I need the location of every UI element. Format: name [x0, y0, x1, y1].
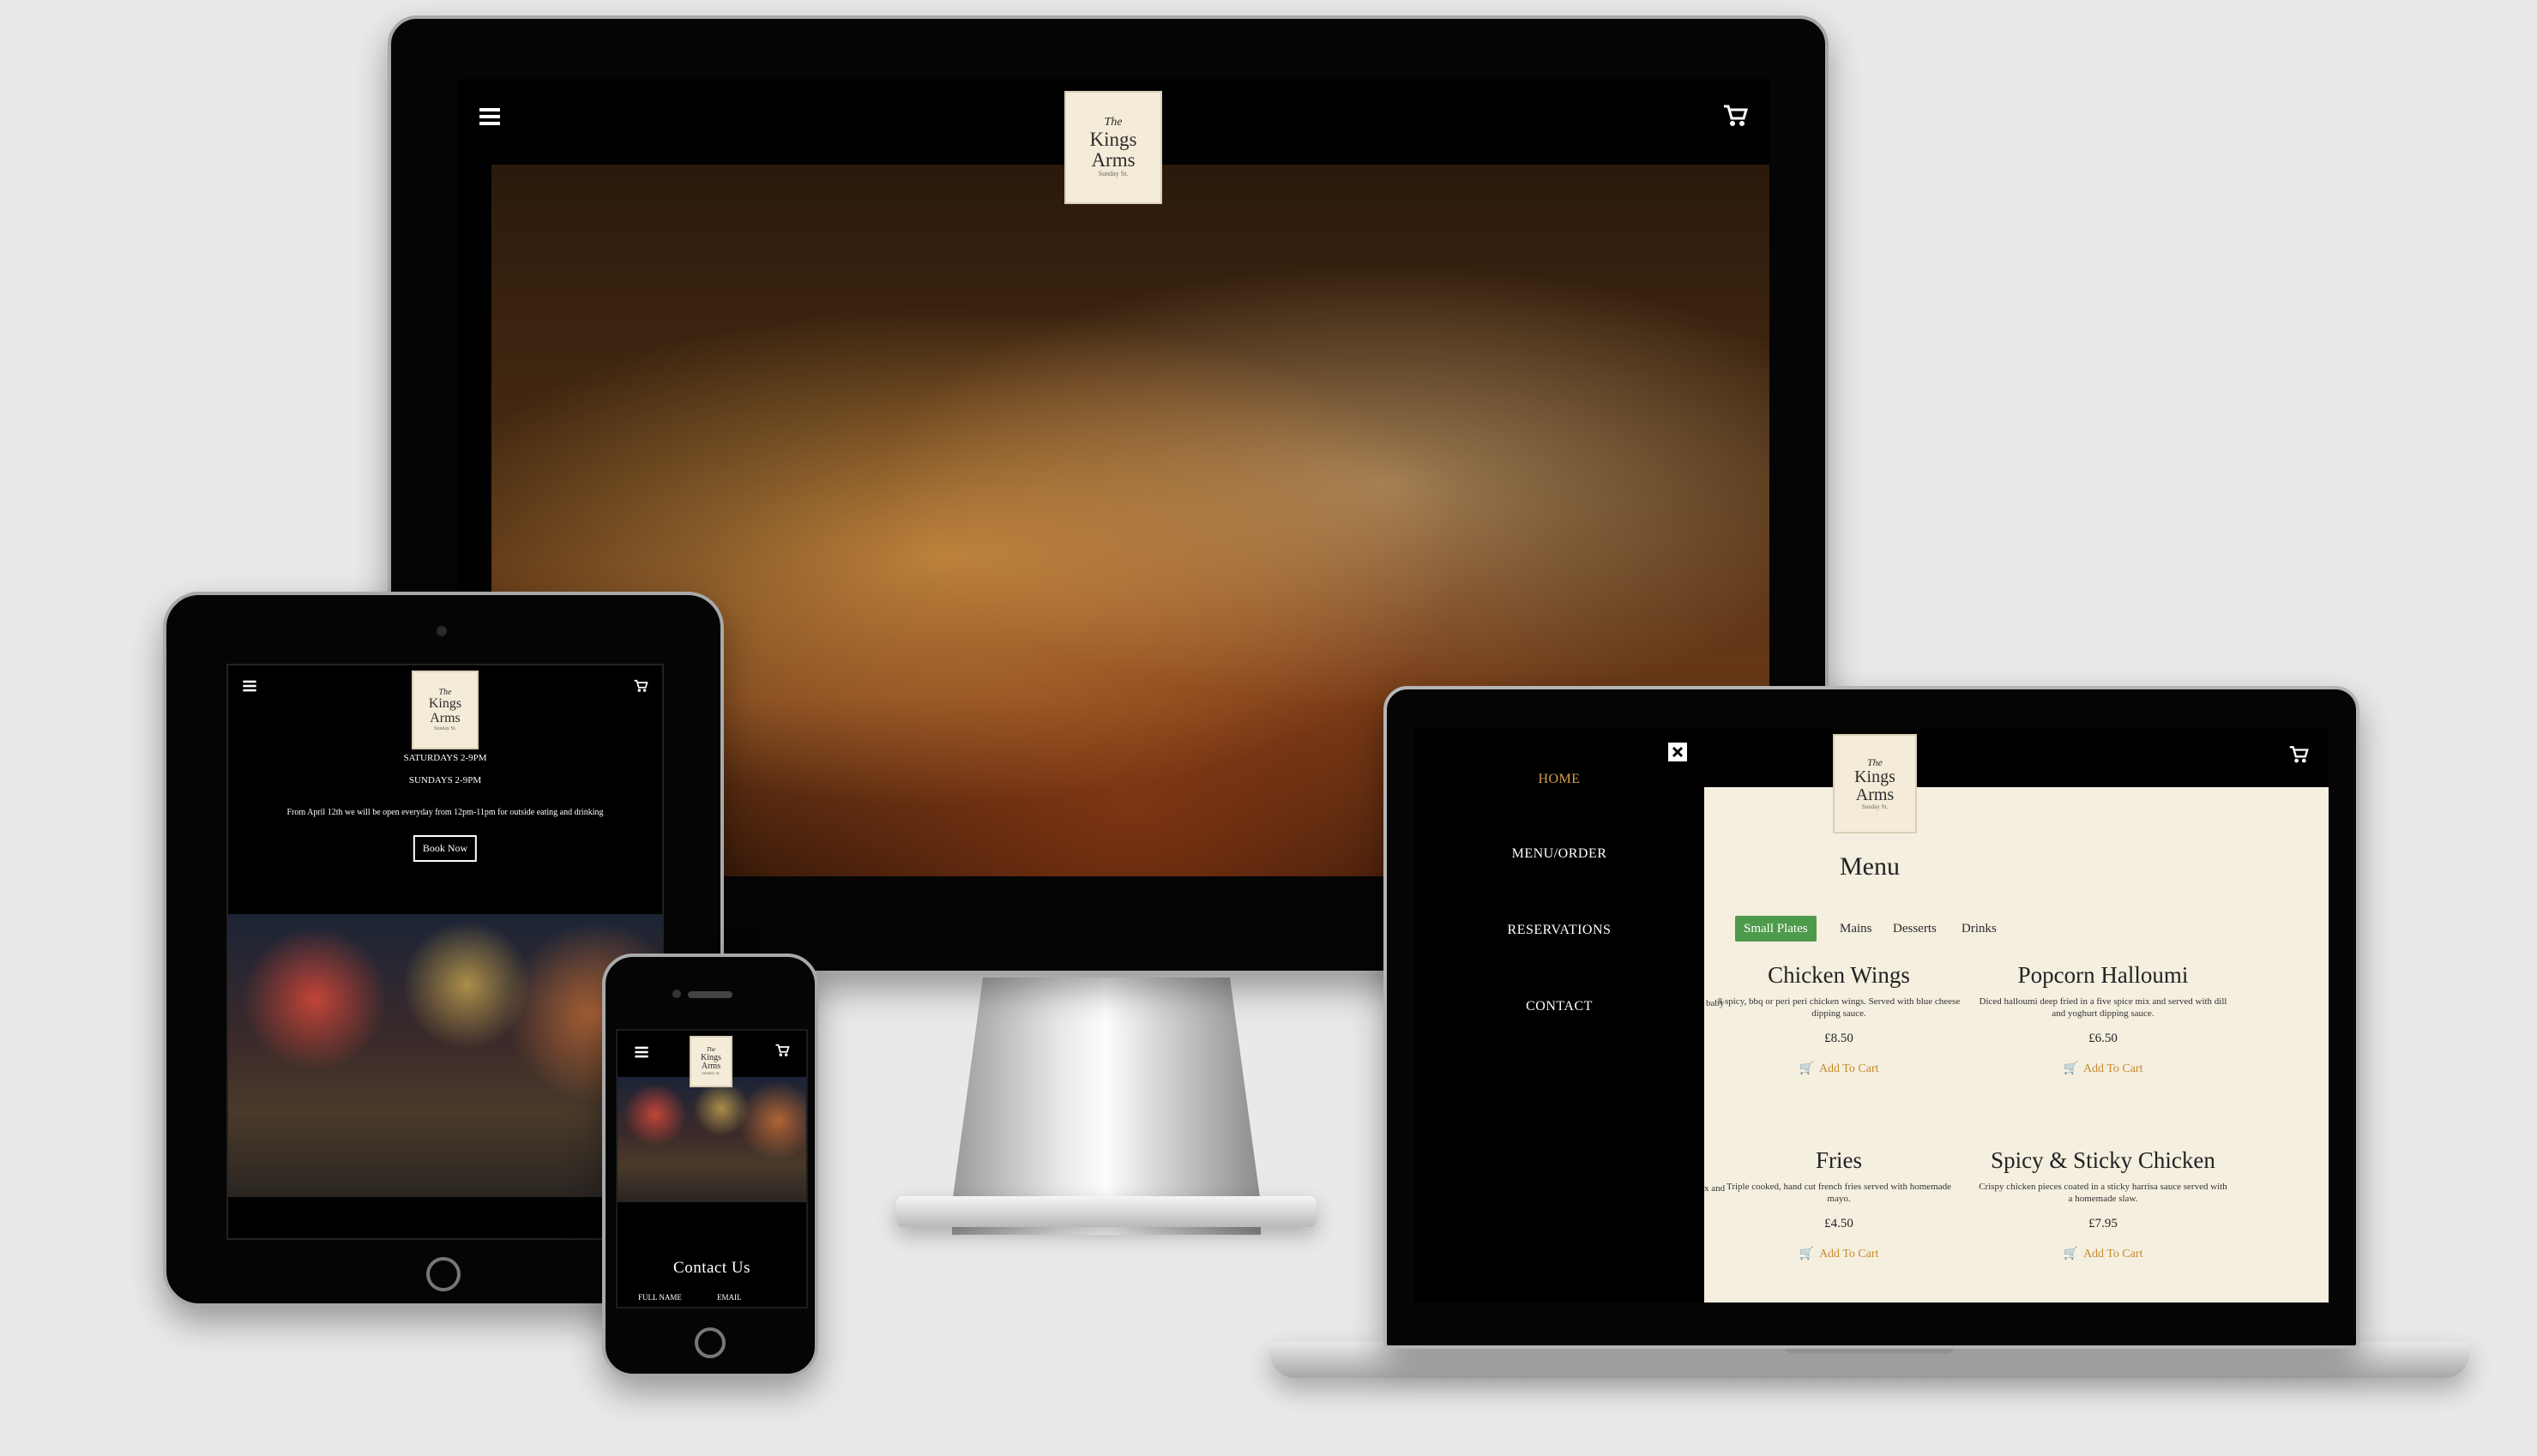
- add-to-cart-button[interactable]: 🛒 Add To Cart: [1714, 1247, 1963, 1261]
- add-to-cart-button[interactable]: 🛒 Add To Cart: [1714, 1062, 1963, 1076]
- phone: The Kings Arms Sunday St. Contact Us FUL…: [602, 954, 818, 1377]
- logo-arms: Arms: [1855, 785, 1895, 804]
- hamburger-icon[interactable]: [240, 677, 259, 695]
- logo-kings: Kings: [428, 696, 462, 712]
- tablet-camera: [437, 626, 447, 636]
- book-now-button[interactable]: Book Now: [413, 835, 478, 862]
- add-to-cart-label: Add To Cart: [1818, 1248, 1879, 1260]
- phone-screen: The Kings Arms Sunday St. Contact Us FUL…: [616, 1029, 808, 1309]
- logo-subtitle: Sunday St.: [433, 725, 456, 731]
- menu-item-price: £6.50: [2088, 1032, 2118, 1045]
- nav-contact[interactable]: CONTACT: [1414, 999, 1704, 1014]
- menu-item-description: Crispy chicken pieces coated in a sticky…: [1979, 1182, 2227, 1204]
- tab-desserts[interactable]: Desserts: [1884, 916, 1945, 942]
- menu-panel: Menu Small Plates Mains Desserts Drinks …: [1704, 787, 2329, 1303]
- laptop: HOME MENU/ORDER RESERVATIONS CONTACT Men…: [1383, 686, 2359, 1349]
- nav-reservations[interactable]: RESERVATIONS: [1414, 923, 1704, 938]
- cart-icon[interactable]: [774, 1043, 791, 1058]
- laptop-screen: HOME MENU/ORDER RESERVATIONS CONTACT Men…: [1414, 729, 2329, 1303]
- phone-speaker: [688, 991, 732, 998]
- phone-camera: [672, 990, 681, 998]
- menu-item-description: Diced halloumi deep fried in a five spic…: [1979, 996, 2227, 1019]
- add-to-cart-label: Add To Cart: [2082, 1248, 2143, 1260]
- logo-subtitle: Sunday St.: [1861, 803, 1889, 810]
- menu-item-price: £7.95: [2088, 1217, 2118, 1230]
- site-logo[interactable]: The Kings Arms Sunday St.: [412, 671, 479, 749]
- cart-icon: 🛒: [2063, 1062, 2078, 1075]
- add-to-cart-label: Add To Cart: [1818, 1062, 1879, 1075]
- phone-home-button[interactable]: [695, 1327, 726, 1358]
- tab-drinks[interactable]: Drinks: [1953, 916, 2005, 942]
- menu-item-price: £8.50: [1824, 1032, 1853, 1045]
- logo-arms: Arms: [1091, 149, 1136, 171]
- menu-item-name: Popcorn Halloumi: [2017, 962, 2189, 988]
- menu-item-card: Fries Triple cooked, hand cut french fri…: [1714, 1147, 1963, 1261]
- opening-hours-line: SATURDAYS 2-9PM: [403, 753, 487, 763]
- menu-item-card: Spicy & Sticky Chicken Crispy chicken pi…: [1979, 1147, 2227, 1261]
- logo-subtitle: Sunday St.: [702, 1071, 720, 1076]
- nav-menu-order[interactable]: MENU/ORDER: [1414, 846, 1704, 862]
- menu-item-price: £4.50: [1824, 1217, 1853, 1230]
- opening-hours-line: SUNDAYS 2-9PM: [408, 775, 482, 785]
- email-label: EMAIL: [717, 1293, 742, 1302]
- logo-arms: Arms: [430, 711, 461, 726]
- logo-arms: Arms: [701, 1062, 721, 1072]
- nav-home[interactable]: HOME: [1414, 772, 1704, 787]
- site-logo[interactable]: The Kings Arms Sunday St.: [1064, 91, 1162, 204]
- tablet-home-button[interactable]: [426, 1257, 461, 1291]
- laptop-side-menu: HOME MENU/ORDER RESERVATIONS CONTACT: [1414, 729, 1704, 1303]
- menu-item-description: Triple cooked, hand cut french fries ser…: [1726, 1182, 1951, 1204]
- site-logo[interactable]: The Kings Arms Sunday St.: [1833, 734, 1917, 833]
- logo-kings: Kings: [1089, 129, 1137, 150]
- add-to-cart-button[interactable]: 🛒 Add To Cart: [1979, 1062, 2227, 1076]
- menu-title: Menu: [1840, 852, 1900, 881]
- contact-title: Contact Us: [673, 1259, 750, 1277]
- menu-item-description: 8 spicy, bbq or peri peri chicken wings.…: [1717, 996, 1961, 1019]
- cart-icon: 🛒: [1799, 1062, 1814, 1075]
- add-to-cart-button[interactable]: 🛒 Add To Cart: [1979, 1247, 2227, 1261]
- hamburger-icon[interactable]: [633, 1044, 650, 1060]
- close-icon[interactable]: [1668, 743, 1687, 761]
- logo-subtitle: Sunday St.: [1098, 170, 1129, 178]
- menu-item-card: Popcorn Halloumi Diced halloumi deep fri…: [1979, 962, 2227, 1076]
- tab-mains[interactable]: Mains: [1831, 916, 1881, 942]
- hamburger-icon[interactable]: [476, 103, 503, 130]
- menu-item-card: Chicken Wings 8 spicy, bbq or peri peri …: [1714, 962, 1963, 1076]
- menu-item-name: Spicy & Sticky Chicken: [1991, 1147, 2215, 1173]
- menu-tabs: Small Plates Mains Desserts Drinks: [1735, 916, 2164, 942]
- add-to-cart-label: Add To Cart: [2082, 1062, 2143, 1075]
- monitor-base: [896, 1196, 1317, 1227]
- street-image: [228, 914, 662, 1197]
- tab-small-plates[interactable]: Small Plates: [1735, 916, 1817, 942]
- cart-icon[interactable]: [2286, 743, 2311, 767]
- logo-the: The: [1867, 756, 1883, 769]
- cart-icon: 🛒: [2063, 1248, 2078, 1260]
- logo-the: The: [1104, 116, 1123, 129]
- opening-notice: From April 12th we will be open everyday…: [286, 808, 604, 817]
- cart-icon[interactable]: [631, 677, 650, 695]
- cart-icon: 🛒: [1799, 1248, 1814, 1260]
- tablet-screen: The Kings Arms Sunday St. SATURDAYS 2-9P…: [226, 664, 664, 1240]
- street-image: [618, 1077, 806, 1202]
- full-name-label: FULL NAME: [638, 1293, 682, 1302]
- logo-kings: Kings: [1854, 767, 1895, 786]
- menu-item-name: Fries: [1816, 1147, 1862, 1173]
- site-logo[interactable]: The Kings Arms Sunday St.: [690, 1036, 732, 1087]
- menu-item-name: Chicken Wings: [1768, 962, 1910, 988]
- cart-icon[interactable]: [1720, 101, 1751, 130]
